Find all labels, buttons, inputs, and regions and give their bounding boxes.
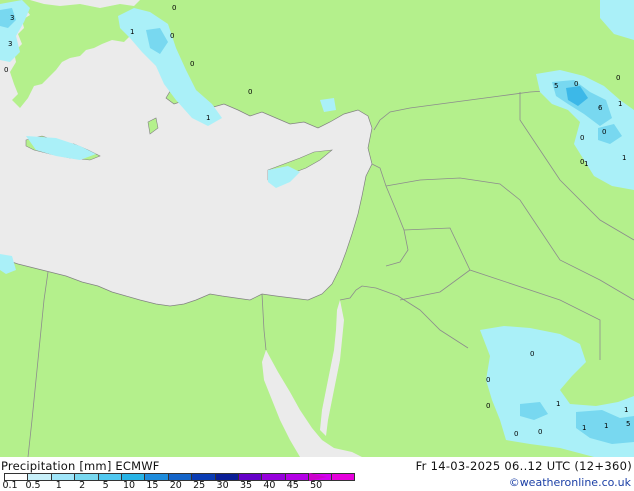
precip-value-label: 5 (554, 82, 558, 90)
precip-value-label: 0 (190, 60, 194, 68)
legend-swatch (331, 473, 355, 481)
precip-value-label: 1 (584, 160, 588, 168)
precip-value-label: 0 (580, 134, 584, 142)
precip-value-label: 6 (598, 104, 603, 112)
precip-value-label: 1 (556, 400, 560, 408)
valid-time: Fr 14-03-2025 06..12 UTC (12+360) (415, 459, 632, 473)
precip-value-label: 0 (172, 4, 176, 12)
precip-value-label: 5 (626, 420, 630, 428)
precip-value-label: 3 (8, 40, 12, 48)
footer: Precipitation [mm] ECMWF Fr 14-03-2025 0… (0, 457, 634, 491)
map-title: Precipitation [mm] ECMWF (1, 459, 160, 473)
legend-swatch (97, 473, 121, 481)
legend-swatch (50, 473, 75, 481)
precip-value-label: 1 (624, 406, 628, 414)
precip-value-label: 0 (170, 32, 174, 40)
precip-value-label: 0 (602, 128, 606, 136)
precip-value-label: 0 (538, 428, 542, 436)
precip-value-label: 1 (130, 28, 134, 36)
precipitation-map: 3301000015 06 1010001000 1001 1 51 (0, 0, 634, 457)
precip-value-label: 1 (618, 100, 622, 108)
precip-value-label: 3 (10, 14, 14, 22)
precip-value-label: 0 (574, 80, 578, 88)
precip-value-label: 0 (486, 402, 490, 410)
precip-value-label: 1 (582, 424, 586, 432)
precip-value-label: 0 (616, 74, 620, 82)
precip-value-label: 0 (514, 430, 518, 438)
precip-value-label: 1 (206, 114, 210, 122)
precip-value-label: 0 (530, 350, 534, 358)
credit-link[interactable]: ©weatheronline.co.uk (509, 476, 631, 489)
legend-swatch (74, 473, 98, 481)
precip-value-label: 0 (4, 66, 8, 74)
precip-value-label: 0 (486, 376, 490, 384)
precip-value-label: 1 (604, 422, 608, 430)
precip-value-label: 0 (248, 88, 252, 96)
precip-value-label: 1 (622, 154, 626, 162)
